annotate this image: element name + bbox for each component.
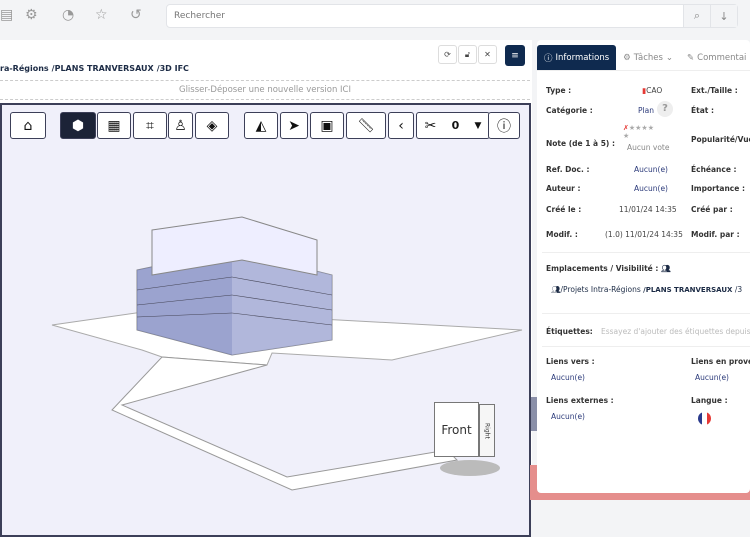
breadcrumb-item[interactable]: /3D IFC [157, 64, 189, 73]
ext-label: Ext./Taille : [691, 86, 738, 95]
note-label: Note (de 1 à 5) : [546, 139, 615, 148]
users-icon: 👥︎ [661, 264, 671, 273]
help-icon[interactable]: ? [657, 101, 673, 117]
tab-label: Tâches [633, 52, 663, 63]
users-icon: 👥︎ [551, 285, 561, 294]
liens-externes-label: Liens externes : [546, 396, 614, 405]
expand-icon: ✕ [484, 50, 491, 59]
info-icon: ⓘ [544, 53, 553, 64]
auteur-label: Auteur : [546, 184, 581, 193]
search-icon: ⌕ [693, 9, 701, 22]
star-icon[interactable]: ☆ [95, 7, 108, 23]
popularite-label: Popularité/Vue [691, 135, 750, 144]
tab-commentaires[interactable]: ✎ Commentai [680, 45, 750, 70]
note-value: Aucun vote [627, 143, 670, 152]
gears-icon: ⚙ [623, 52, 631, 63]
auteur-value[interactable]: Aucun(e) [634, 184, 668, 193]
menu-icon: ≡ [511, 50, 519, 61]
type-label: Type : [546, 86, 572, 95]
cree-value: 11/01/24 14:35 [619, 205, 677, 214]
download-button[interactable]: ↓ [710, 5, 737, 27]
emplacement-path[interactable]: 👥︎/Projets Intra-Régions /PLANS TRANVERS… [551, 285, 742, 294]
info-panel: ⓘ Informations ⚙ Tâches ⌄ ✎ Commentai Type :… [537, 40, 750, 493]
liens-provenance-value[interactable]: Aucun(e) [695, 373, 729, 382]
tab-informations[interactable]: ⓘ Informations [537, 45, 617, 70]
arrow-down-icon: ↓ [719, 9, 729, 23]
etiquettes-input[interactable]: Essayez d'ajouter des étiquettes depuis [601, 327, 750, 336]
ref-value[interactable]: Aucun(e) [634, 165, 668, 174]
modif-label: Modif. : [546, 230, 578, 239]
top-bar: ▤ ⚙ ◔ ☆ ↺ ⌕ ↓ [0, 0, 750, 34]
breadcrumb-item[interactable]: ra-Régions [0, 64, 49, 73]
unlock-icon: 🔓︎ [464, 49, 471, 59]
tab-label: Informations [555, 52, 610, 63]
etiquettes-label: Étiquettes: [546, 327, 593, 336]
liens-externes-value[interactable]: Aucun(e) [551, 412, 585, 421]
liens-provenance-label: Liens en proven [691, 357, 750, 366]
liens-vers-value[interactable]: Aucun(e) [551, 373, 585, 382]
cree-label: Créé le : [546, 205, 582, 214]
chevron-down-icon: ⌄ [665, 52, 674, 63]
type-value: ▮CAO [642, 86, 663, 95]
ref-label: Ref. Doc. : [546, 165, 590, 174]
categorie-label: Catégorie : [546, 106, 593, 115]
emplacements-label: Emplacements / Visibilité : 👥︎ [546, 264, 671, 273]
unlock-button[interactable]: 🔓︎ [458, 45, 477, 64]
rss-icon[interactable]: ◔ [62, 7, 74, 23]
france-flag-icon [698, 412, 711, 425]
tab-taches[interactable]: ⚙ Tâches ⌄ [616, 45, 680, 70]
liens-vers-label: Liens vers : [546, 357, 595, 366]
echeance-label: Échéance : [691, 165, 737, 174]
drop-zone[interactable]: Glisser-Déposer une nouvelle version ICI [0, 80, 530, 100]
refresh-icon: ⟳ [444, 50, 451, 59]
creepar-label: Créé par : [691, 205, 733, 214]
history-icon[interactable]: ↺ [130, 7, 142, 23]
langue-label: Langue : [691, 396, 728, 405]
menu-button[interactable]: ≡ [505, 45, 525, 66]
search-input[interactable] [167, 5, 683, 27]
rating-stars[interactable]: ✗★★★★ ★ [623, 124, 654, 140]
search-bar: ⌕ ↓ [166, 4, 738, 28]
etat-label: État : [691, 106, 714, 115]
refresh-button[interactable]: ⟳ [438, 45, 457, 64]
gears-icon[interactable]: ⚙ [25, 7, 38, 23]
document-viewer-panel: ⟳ 🔓︎ ✕ ≡ ra-Régions/PLANS TRANVERSAUX/3D… [0, 40, 532, 537]
nav-cube-front[interactable]: Front [434, 402, 479, 457]
expand-button[interactable]: ✕ [478, 45, 497, 64]
3d-viewer[interactable]: ⌂ ⬢ ▦ ⌗ ♙ ◈ ◭ ➤ ▣ 📏︎ ‹ ✂ 0 ▼ ⓘ Front Rig… [0, 103, 531, 537]
breadcrumb: ra-Régions/PLANS TRANVERSAUX/3D IFC [0, 64, 192, 73]
modif-value: (1.0) 11/01/24 14:35 [605, 230, 683, 239]
modifpar-label: Modif. par : [691, 230, 740, 239]
nav-cube[interactable]: Front Right [434, 402, 500, 476]
importance-label: Importance : [691, 184, 745, 193]
tab-bar: ⓘ Informations ⚙ Tâches ⌄ ✎ Commentai [537, 45, 750, 70]
folders-icon[interactable]: ▤ [0, 7, 13, 23]
tab-label: Commentai [697, 52, 747, 63]
categorie-value[interactable]: Plan [638, 106, 654, 115]
search-button[interactable]: ⌕ [683, 5, 710, 27]
comment-icon: ✎ [687, 52, 695, 63]
nav-cube-right[interactable]: Right [479, 404, 495, 457]
breadcrumb-item[interactable]: /PLANS TRANVERSAUX [52, 64, 154, 73]
